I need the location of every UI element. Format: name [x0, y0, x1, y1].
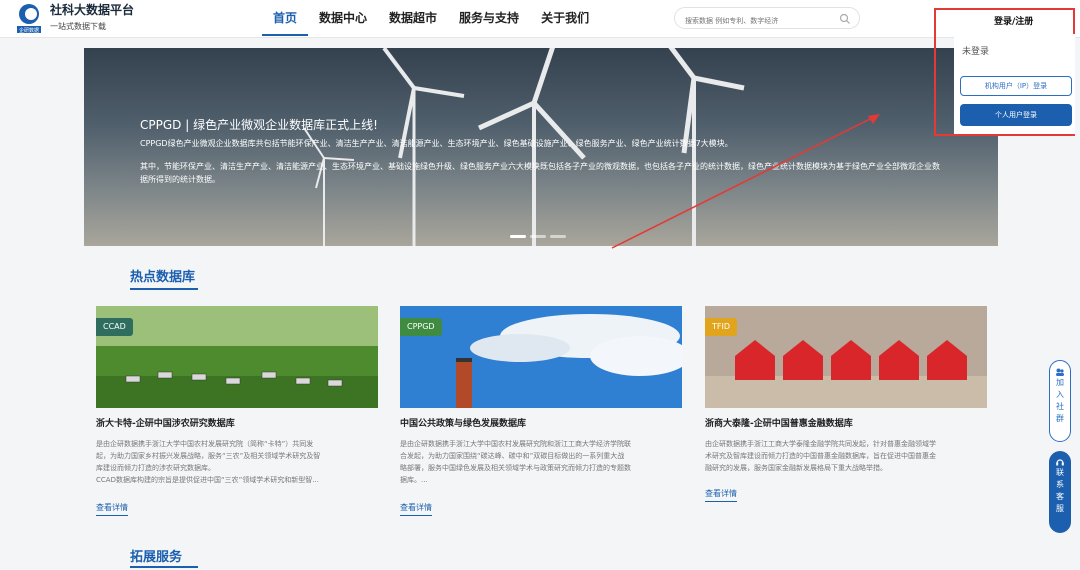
nav-data-market[interactable]: 数据超市 — [378, 0, 448, 36]
section-underline — [130, 566, 198, 568]
card-image-chimney: CPPGD — [400, 306, 682, 408]
card-description: 由企研数据携手浙江工商大学泰隆金融学院共同发起，针对普惠金融领域学 术研究及智库… — [705, 440, 936, 472]
extension-services-title: 拓展服务 — [130, 550, 183, 565]
card-view-details-link[interactable]: 查看详情 — [705, 488, 737, 502]
database-card-ccad[interactable]: CCAD 浙大卡特-企研中国涉农研究数据库 是由企研数据携手浙江大学中国农村发展… — [96, 306, 378, 520]
carousel-dot[interactable] — [550, 235, 566, 238]
search-box — [674, 7, 860, 29]
nav-service-support[interactable]: 服务与支持 — [448, 0, 530, 36]
community-icon — [1056, 368, 1064, 376]
login-register-link[interactable]: 登录/注册 — [994, 14, 1033, 27]
card-description: 是由企研数据携手浙江大学中国农村发展研究院和浙江工商大学经济学院联 合发起，为助… — [400, 440, 631, 484]
card-image-houses: TFID — [705, 306, 987, 408]
database-card-tfid[interactable]: TFID 浙商大泰隆-企研中国普惠金融数据库 由企研数据携手浙江工商大学泰隆金融… — [705, 306, 987, 520]
login-highlight-box: 登录/注册 未登录 机构用户（IP）登录 个人用户登录 — [934, 8, 1075, 136]
contact-support-label: 联系客服 — [1056, 468, 1064, 513]
card-image-farmland: CCAD — [96, 306, 378, 408]
nav-home[interactable]: 首页 — [262, 0, 309, 36]
institution-login-button[interactable]: 机构用户（IP）登录 — [960, 76, 1072, 96]
join-community-button[interactable]: 加入社群 — [1049, 360, 1071, 442]
main-nav: 首页 数据中心 数据超市 服务与支持 关于我们 — [262, 0, 600, 36]
login-panel: 未登录 机构用户（IP）登录 个人用户登录 — [954, 34, 1075, 134]
search-input[interactable] — [685, 17, 845, 25]
banner-paragraph-1: CPPGD绿色产业微观企业数据库共包括节能环保产业、清洁生产产业、清洁能源产业、… — [140, 139, 733, 148]
banner-paragraph-2: 其中，节能环保产业、清洁生产产业、清洁能源产业、生态环境产业、基础设施绿色升级、… — [140, 162, 940, 184]
card-tag: TFID — [705, 318, 738, 336]
brand-logo[interactable]: 企研数据 — [16, 2, 42, 34]
carousel-dot[interactable] — [510, 235, 526, 238]
hot-databases-title: 热点数据库 — [130, 270, 196, 285]
join-community-label: 加入社群 — [1056, 378, 1064, 423]
contact-support-button[interactable]: 联系客服 — [1049, 451, 1071, 533]
banner-title: CPPGD | 绿色产业微观企业数据库正式上线! — [140, 118, 378, 132]
search-icon[interactable] — [839, 13, 851, 25]
brand: 社科大数据平台 一站式数据下载 — [50, 3, 134, 32]
brand-name: 社科大数据平台 — [50, 3, 135, 17]
login-status: 未登录 — [962, 47, 990, 57]
card-tag: CCAD — [96, 318, 133, 336]
card-tag: CPPGD — [400, 318, 442, 336]
top-header: 企研数据 社科大数据平台 一站式数据下载 首页 数据中心 数据超市 服务与支持 … — [0, 0, 1080, 38]
card-title[interactable]: 中国公共政策与绿色发展数据库 — [400, 416, 682, 429]
section-underline — [130, 288, 198, 290]
nav-data-center[interactable]: 数据中心 — [308, 0, 378, 36]
card-view-details-link[interactable]: 查看详情 — [400, 502, 432, 516]
carousel-dot[interactable] — [530, 235, 546, 238]
card-view-details-link[interactable]: 查看详情 — [96, 502, 128, 516]
logo-text: 企研数据 — [19, 27, 39, 34]
card-title[interactable]: 浙商大泰隆-企研中国普惠金融数据库 — [705, 416, 987, 429]
card-description: 是由企研数据携手浙江大学中国农村发展研究院（简称“卡特”）共同发 起，为助力国家… — [96, 440, 321, 484]
database-card-cppgd[interactable]: CPPGD 中国公共政策与绿色发展数据库 是由企研数据携手浙江大学中国农村发展研… — [400, 306, 682, 520]
brand-subtitle: 一站式数据下载 — [50, 22, 106, 31]
carousel-dots — [510, 235, 566, 238]
card-title[interactable]: 浙大卡特-企研中国涉农研究数据库 — [96, 416, 378, 429]
hero-banner[interactable]: CPPGD | 绿色产业微观企业数据库正式上线! CPPGD绿色产业微观企业数据… — [84, 48, 998, 246]
headset-icon — [1056, 459, 1064, 466]
nav-about-us[interactable]: 关于我们 — [530, 0, 600, 36]
personal-login-button[interactable]: 个人用户登录 — [960, 104, 1072, 126]
